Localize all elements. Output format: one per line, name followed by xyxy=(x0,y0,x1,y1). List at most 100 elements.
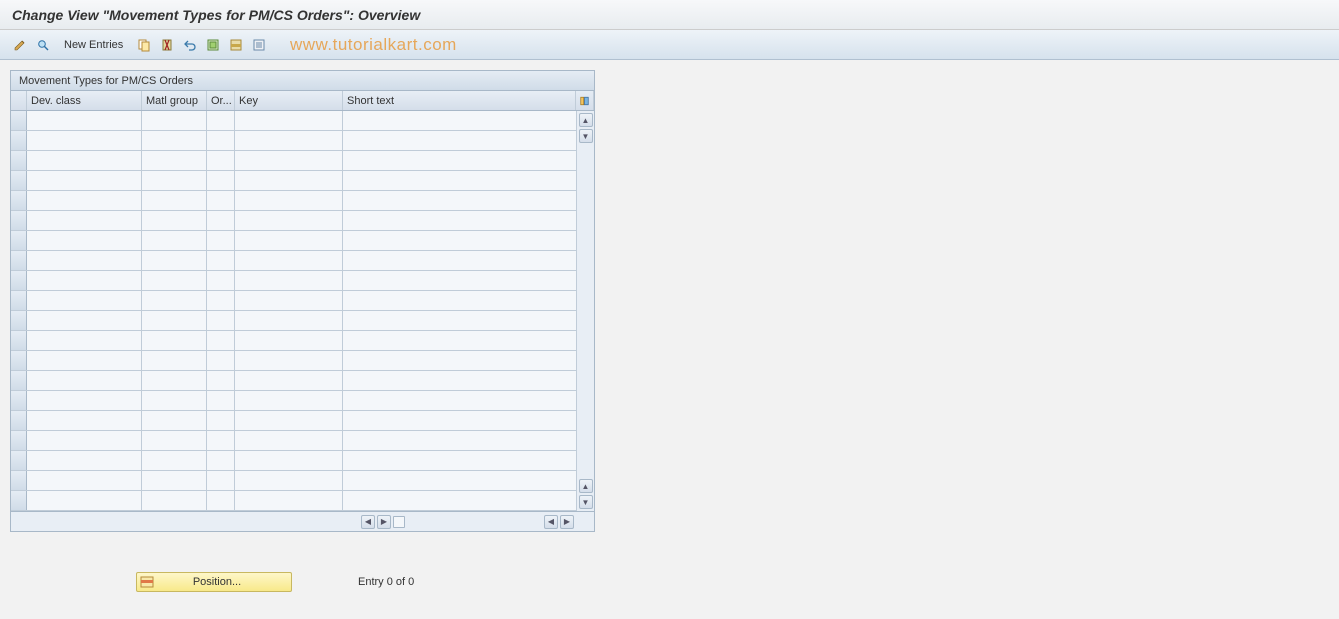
cell-key[interactable] xyxy=(235,351,343,370)
cell-order[interactable] xyxy=(207,491,235,510)
cell-dev-class[interactable] xyxy=(27,451,142,470)
row-selector[interactable] xyxy=(11,271,27,290)
cell-order[interactable] xyxy=(207,351,235,370)
cell-order[interactable] xyxy=(207,431,235,450)
row-selector[interactable] xyxy=(11,231,27,250)
row-selector[interactable] xyxy=(11,251,27,270)
cell-key[interactable] xyxy=(235,391,343,410)
select-all-icon[interactable] xyxy=(203,35,223,55)
cell-dev-class[interactable] xyxy=(27,311,142,330)
row-selector[interactable] xyxy=(11,211,27,230)
cell-short-text[interactable] xyxy=(343,311,576,330)
cell-matl-group[interactable] xyxy=(142,431,207,450)
cell-key[interactable] xyxy=(235,411,343,430)
cell-matl-group[interactable] xyxy=(142,271,207,290)
scroll-track[interactable] xyxy=(579,145,593,479)
row-selector[interactable] xyxy=(11,351,27,370)
cell-matl-group[interactable] xyxy=(142,211,207,230)
new-entries-button[interactable]: New Entries xyxy=(56,37,131,53)
cell-matl-group[interactable] xyxy=(142,191,207,210)
cell-short-text[interactable] xyxy=(343,351,576,370)
cell-dev-class[interactable] xyxy=(27,251,142,270)
undo-change-icon[interactable] xyxy=(180,35,200,55)
toggle-display-change-icon[interactable] xyxy=(10,35,30,55)
cell-key[interactable] xyxy=(235,471,343,490)
cell-dev-class[interactable] xyxy=(27,211,142,230)
cell-order[interactable] xyxy=(207,391,235,410)
select-block-icon[interactable] xyxy=(226,35,246,55)
cell-short-text[interactable] xyxy=(343,431,576,450)
cell-key[interactable] xyxy=(235,191,343,210)
cell-order[interactable] xyxy=(207,131,235,150)
row-selector[interactable] xyxy=(11,411,27,430)
cell-order[interactable] xyxy=(207,211,235,230)
cell-matl-group[interactable] xyxy=(142,131,207,150)
cell-key[interactable] xyxy=(235,311,343,330)
cell-short-text[interactable] xyxy=(343,391,576,410)
cell-short-text[interactable] xyxy=(343,191,576,210)
column-header-key[interactable]: Key xyxy=(235,91,343,110)
row-selector[interactable] xyxy=(11,331,27,350)
hscroll-right-icon[interactable]: ▶ xyxy=(377,515,391,529)
cell-key[interactable] xyxy=(235,111,343,130)
copy-as-icon[interactable] xyxy=(134,35,154,55)
row-selector[interactable] xyxy=(11,131,27,150)
cell-key[interactable] xyxy=(235,231,343,250)
hscroll-thumb[interactable] xyxy=(393,516,405,528)
cell-order[interactable] xyxy=(207,111,235,130)
cell-dev-class[interactable] xyxy=(27,271,142,290)
cell-short-text[interactable] xyxy=(343,491,576,510)
cell-key[interactable] xyxy=(235,251,343,270)
cell-short-text[interactable] xyxy=(343,131,576,150)
cell-matl-group[interactable] xyxy=(142,111,207,130)
cell-order[interactable] xyxy=(207,371,235,390)
cell-matl-group[interactable] xyxy=(142,471,207,490)
select-all-column-header[interactable] xyxy=(11,91,27,110)
deselect-all-icon[interactable] xyxy=(249,35,269,55)
cell-key[interactable] xyxy=(235,271,343,290)
cell-matl-group[interactable] xyxy=(142,311,207,330)
cell-dev-class[interactable] xyxy=(27,331,142,350)
cell-order[interactable] xyxy=(207,311,235,330)
scroll-up-bottom-icon[interactable]: ▲ xyxy=(579,479,593,493)
cell-matl-group[interactable] xyxy=(142,351,207,370)
column-header-dev-class[interactable]: Dev. class xyxy=(27,91,142,110)
cell-short-text[interactable] xyxy=(343,251,576,270)
cell-order[interactable] xyxy=(207,451,235,470)
scroll-up-icon[interactable]: ▲ xyxy=(579,113,593,127)
cell-dev-class[interactable] xyxy=(27,371,142,390)
cell-matl-group[interactable] xyxy=(142,171,207,190)
row-selector[interactable] xyxy=(11,311,27,330)
hscroll-right-end-icon[interactable]: ▶ xyxy=(560,515,574,529)
cell-short-text[interactable] xyxy=(343,411,576,430)
row-selector[interactable] xyxy=(11,491,27,510)
cell-key[interactable] xyxy=(235,431,343,450)
vertical-scrollbar[interactable]: ▲ ▼ ▲ ▼ xyxy=(576,111,594,511)
row-selector[interactable] xyxy=(11,291,27,310)
cell-short-text[interactable] xyxy=(343,271,576,290)
cell-dev-class[interactable] xyxy=(27,111,142,130)
column-header-matl-group[interactable]: Matl group xyxy=(142,91,207,110)
cell-matl-group[interactable] xyxy=(142,491,207,510)
cell-order[interactable] xyxy=(207,471,235,490)
position-button[interactable]: Position... xyxy=(136,572,292,592)
row-selector[interactable] xyxy=(11,431,27,450)
cell-short-text[interactable] xyxy=(343,471,576,490)
cell-order[interactable] xyxy=(207,231,235,250)
table-configuration-icon[interactable] xyxy=(576,91,594,110)
cell-dev-class[interactable] xyxy=(27,291,142,310)
cell-key[interactable] xyxy=(235,491,343,510)
cell-key[interactable] xyxy=(235,291,343,310)
cell-key[interactable] xyxy=(235,371,343,390)
row-selector[interactable] xyxy=(11,151,27,170)
cell-short-text[interactable] xyxy=(343,111,576,130)
cell-dev-class[interactable] xyxy=(27,191,142,210)
cell-key[interactable] xyxy=(235,331,343,350)
row-selector[interactable] xyxy=(11,471,27,490)
cell-dev-class[interactable] xyxy=(27,131,142,150)
cell-dev-class[interactable] xyxy=(27,171,142,190)
cell-matl-group[interactable] xyxy=(142,231,207,250)
cell-short-text[interactable] xyxy=(343,171,576,190)
column-header-short-text[interactable]: Short text xyxy=(343,91,576,110)
cell-short-text[interactable] xyxy=(343,291,576,310)
